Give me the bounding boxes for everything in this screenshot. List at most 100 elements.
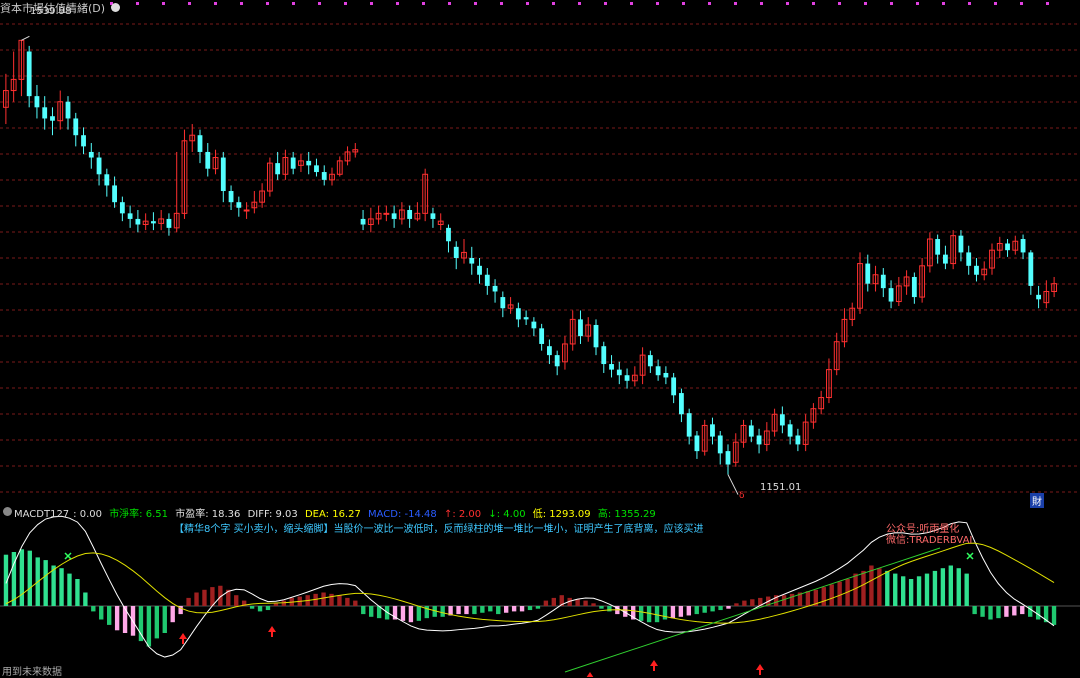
- candle-body-down: [166, 218, 172, 228]
- macd-bar: [440, 606, 445, 617]
- indicator-name[interactable]: MACDT127: [14, 509, 69, 520]
- indicator-value: : 0.00: [73, 509, 102, 520]
- macd-bar: [488, 606, 493, 612]
- macd-bar: [535, 606, 541, 609]
- candle-body-down: [151, 221, 156, 224]
- macd-bar: [154, 606, 160, 639]
- macd-bar: [940, 568, 946, 606]
- macd-bar: [408, 606, 414, 623]
- top-dot: [1046, 2, 1049, 5]
- macd-bar: [114, 606, 120, 631]
- macd-bar: [821, 587, 826, 606]
- macd-bar: [948, 565, 953, 606]
- candle-body-down: [515, 308, 521, 320]
- macd-bar: [646, 606, 652, 623]
- candle-body-down: [787, 424, 793, 437]
- candle-body-down: [671, 377, 677, 396]
- brand-line-2: 微信:TRADERBVAI: [886, 535, 973, 546]
- macd-bar: [511, 606, 517, 612]
- macd-bar: [694, 606, 699, 615]
- macd-bar: [908, 579, 914, 606]
- top-dot: [630, 2, 633, 5]
- candle-body-down: [1028, 252, 1034, 286]
- top-dot: [786, 2, 789, 5]
- candle-body-down: [663, 372, 669, 378]
- buy-arrow-icon: [586, 672, 594, 677]
- macd-bar: [607, 606, 612, 612]
- top-dot: [370, 2, 373, 5]
- candle-body-down: [547, 346, 552, 356]
- macd-bar: [1051, 606, 1057, 625]
- indicator-pe: 市盈率: 18.36: [175, 509, 241, 520]
- top-dot: [448, 2, 451, 5]
- candle-body-down: [655, 366, 661, 376]
- macd-bar: [400, 606, 406, 621]
- top-dot: [1020, 2, 1023, 5]
- top-dot: [292, 2, 295, 5]
- macd-bar: [543, 600, 549, 606]
- candle-body-down: [578, 319, 583, 337]
- candle-body-down: [290, 157, 296, 169]
- gear-icon[interactable]: [110, 3, 120, 12]
- earnings-badge[interactable]: 財: [1030, 493, 1044, 508]
- candle-body-down: [50, 116, 55, 121]
- macd-bar: [591, 603, 596, 606]
- candle-body-down: [88, 151, 94, 158]
- macd-bar: [162, 606, 167, 633]
- candle-body-down: [958, 235, 964, 253]
- macd-bar: [186, 597, 191, 606]
- macd-bar: [480, 606, 485, 613]
- candle-body-down: [236, 202, 242, 208]
- macd-bar: [503, 606, 509, 613]
- top-dot: [136, 2, 139, 5]
- close-icon[interactable]: [3, 507, 12, 516]
- top-dot: [396, 2, 399, 5]
- macd-bar: [91, 606, 96, 612]
- macd-bar: [202, 589, 207, 606]
- macd-bar: [1020, 606, 1025, 615]
- macd-bar: [170, 606, 175, 623]
- top-dot: [422, 2, 425, 5]
- macd-bar: [67, 573, 72, 606]
- macd-bar: [710, 606, 715, 612]
- candle-body-down: [484, 274, 490, 286]
- candle-body-down: [554, 355, 560, 367]
- macd-bar: [353, 600, 358, 606]
- candle-body-down: [779, 414, 785, 426]
- candle-body-down: [974, 265, 979, 275]
- macd-bar: [43, 560, 48, 606]
- candle-body-down: [321, 172, 327, 180]
- macd-bar: [734, 603, 739, 606]
- top-dot: [838, 2, 841, 5]
- candle-body-down: [430, 213, 436, 219]
- top-dot: [942, 2, 945, 5]
- macd-bar: [99, 606, 104, 620]
- macd-bar: [1012, 606, 1017, 616]
- candle-body-down: [624, 375, 630, 381]
- macd-bar: [900, 576, 906, 606]
- indicator-diff: DIFF: 9.03: [247, 509, 298, 520]
- high-label: 1539.98: [30, 6, 72, 17]
- top-dot: [604, 2, 607, 5]
- candle-body-down: [593, 324, 599, 348]
- candle-body-down: [119, 202, 125, 214]
- candle-body-down: [911, 276, 917, 298]
- high-pointer: [21, 35, 30, 41]
- top-dot: [682, 2, 685, 5]
- top-dot: [552, 2, 555, 5]
- candle-body-down: [500, 297, 506, 309]
- top-dot: [864, 2, 867, 5]
- indicator-high: 高: 1355.29: [597, 509, 656, 520]
- macd-bar: [210, 587, 215, 606]
- price-marks: [21, 35, 739, 495]
- macd-bar: [638, 606, 644, 621]
- candle-body-down: [391, 213, 397, 219]
- buy-arrow-icon: [650, 660, 658, 671]
- candle-body-down: [601, 346, 607, 365]
- macd-bar: [678, 606, 684, 617]
- top-dot: [240, 2, 243, 5]
- candle-body-down: [1036, 294, 1041, 300]
- low-marker-icon: δ: [739, 491, 745, 501]
- stock-chart: [0, 2, 1080, 677]
- candle-body-down: [531, 321, 537, 329]
